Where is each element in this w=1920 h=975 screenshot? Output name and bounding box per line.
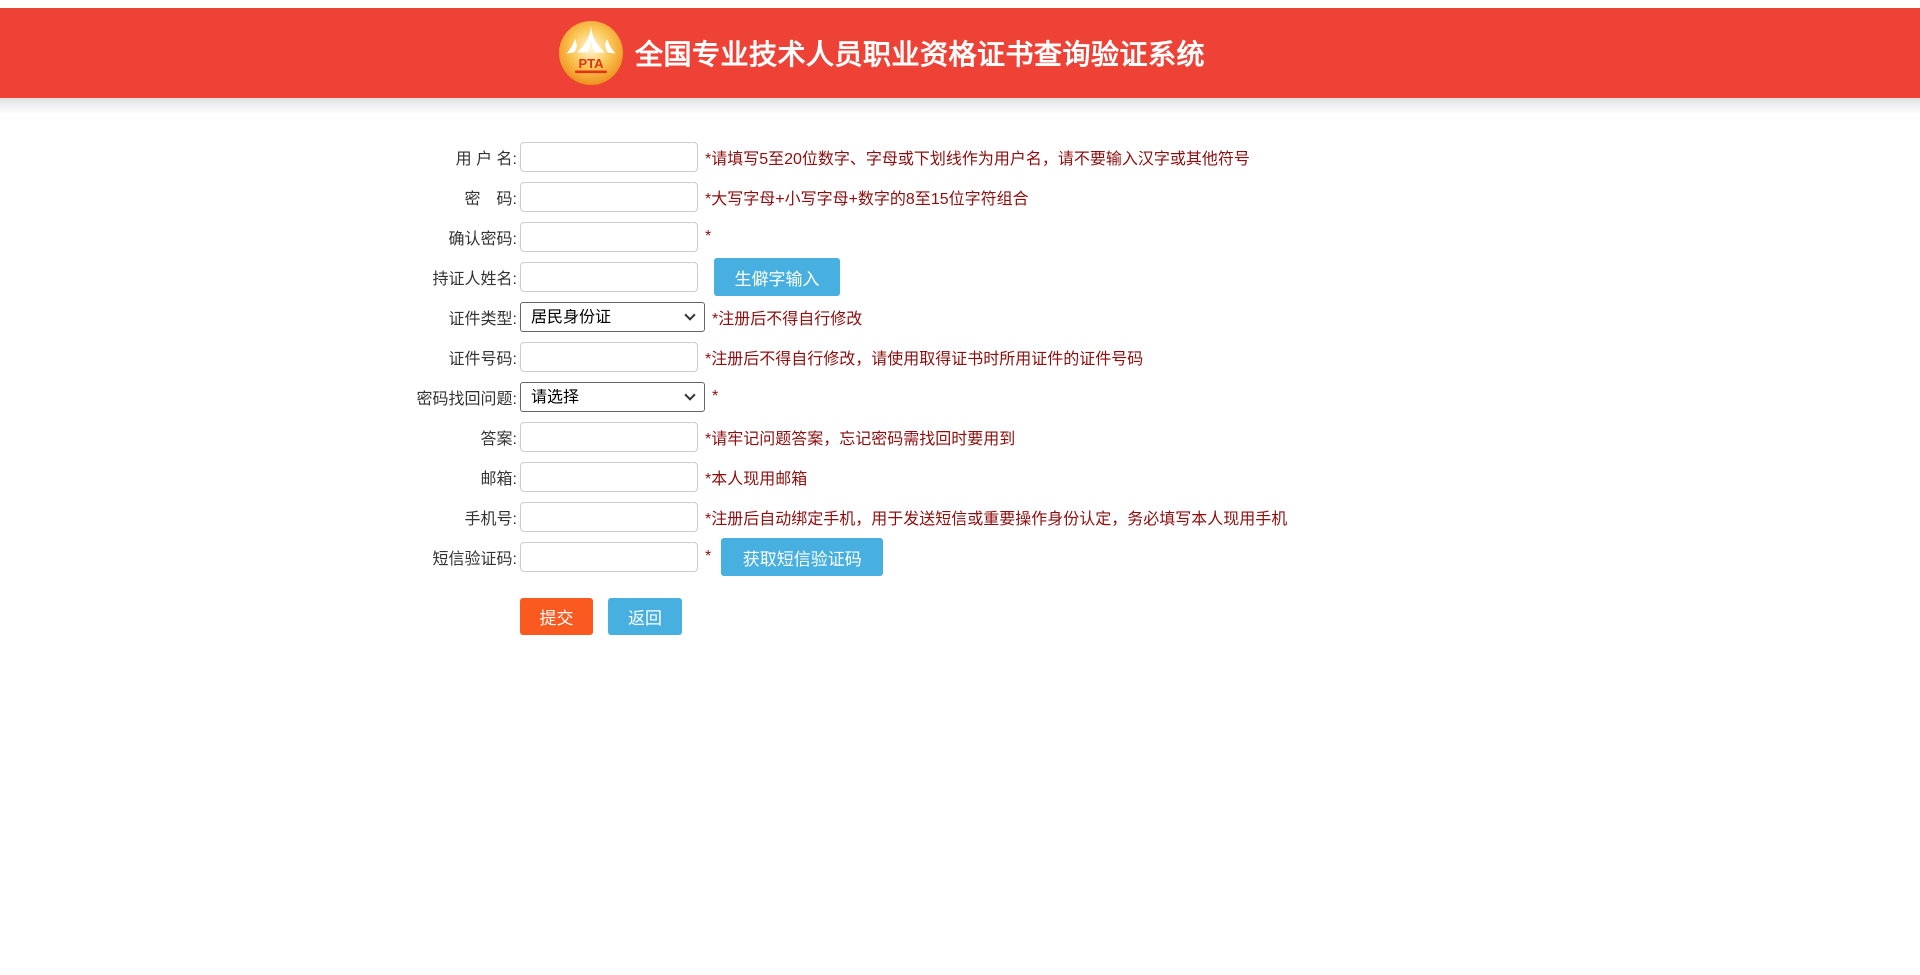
sms-code-required-mark: * (705, 548, 711, 566)
confirm-password-input[interactable] (520, 222, 698, 252)
confirm-password-hint: * (705, 228, 711, 246)
answer-row: 答案: *请牢记问题答案，忘记密码需找回时要用到 (0, 417, 1920, 457)
header-shadow (0, 98, 1920, 114)
submit-button[interactable]: 提交 (520, 598, 593, 635)
id-number-input[interactable] (520, 342, 698, 372)
back-button[interactable]: 返回 (608, 598, 682, 635)
confirm-password-label: 确认密码: (350, 225, 517, 249)
password-input[interactable] (520, 182, 698, 212)
holder-name-label: 持证人姓名: (350, 265, 517, 289)
email-label: 邮箱: (350, 465, 517, 489)
id-number-row: 证件号码: *注册后不得自行修改，请使用取得证书时所用证件的证件号码 (0, 337, 1920, 377)
security-question-select-wrap: 请选择 (520, 382, 705, 412)
email-input[interactable] (520, 462, 698, 492)
username-label: 用 户 名: (350, 145, 517, 169)
id-type-select[interactable]: 居民身份证 (520, 302, 705, 332)
password-label: 密 码: (350, 185, 517, 209)
app-header: PTA 全国专业技术人员职业资格证书查询验证系统 (0, 8, 1920, 98)
mobile-row: 手机号: *注册后自动绑定手机，用于发送短信或重要操作身份认定，务必填写本人现用… (0, 497, 1920, 537)
security-question-select[interactable]: 请选择 (520, 382, 705, 412)
mobile-label: 手机号: (350, 505, 517, 529)
mobile-hint: *注册后自动绑定手机，用于发送短信或重要操作身份认定，务必填写本人现用手机 (705, 505, 1287, 529)
get-sms-code-button[interactable]: 获取短信验证码 (721, 538, 883, 576)
page-title: 全国专业技术人员职业资格证书查询验证系统 (635, 33, 1205, 73)
holder-name-row: 持证人姓名: 生僻字输入 (0, 257, 1920, 297)
registration-page: PTA 全国专业技术人员职业资格证书查询验证系统 用 户 名: *请填写5至20… (0, 0, 1920, 975)
holder-name-input[interactable] (520, 262, 698, 292)
mobile-input[interactable] (520, 502, 698, 532)
svg-text:PTA: PTA (578, 56, 604, 71)
id-type-row: 证件类型: 居民身份证 *注册后不得自行修改 (0, 297, 1920, 337)
id-type-label: 证件类型: (350, 305, 517, 329)
email-hint: *本人现用邮箱 (705, 465, 807, 489)
sms-code-row: 短信验证码: * 获取短信验证码 (0, 537, 1920, 577)
answer-hint: *请牢记问题答案，忘记密码需找回时要用到 (705, 425, 1015, 449)
registration-form: 用 户 名: *请填写5至20位数字、字母或下划线作为用户名，请不要输入汉字或其… (0, 137, 1920, 635)
password-hint: *大写字母+小写字母+数字的8至15位字符组合 (705, 185, 1029, 209)
answer-input[interactable] (520, 422, 698, 452)
security-question-row: 密码找回问题: 请选择 * (0, 377, 1920, 417)
answer-label: 答案: (350, 425, 517, 449)
email-row: 邮箱: *本人现用邮箱 (0, 457, 1920, 497)
password-row: 密 码: *大写字母+小写字母+数字的8至15位字符组合 (0, 177, 1920, 217)
form-actions: 提交 返回 (0, 598, 1920, 635)
id-type-hint: *注册后不得自行修改 (712, 305, 862, 329)
security-question-label: 密码找回问题: (350, 385, 517, 409)
username-row: 用 户 名: *请填写5至20位数字、字母或下划线作为用户名，请不要输入汉字或其… (0, 137, 1920, 177)
id-number-label: 证件号码: (350, 345, 517, 369)
rare-character-input-button[interactable]: 生僻字输入 (714, 258, 840, 296)
confirm-password-row: 确认密码: * (0, 217, 1920, 257)
id-number-hint: *注册后不得自行修改，请使用取得证书时所用证件的证件号码 (705, 345, 1143, 369)
top-margin (0, 0, 1920, 8)
security-question-hint: * (712, 388, 718, 406)
id-type-select-wrap: 居民身份证 (520, 302, 705, 332)
sms-code-input[interactable] (520, 542, 698, 572)
sms-code-label: 短信验证码: (350, 545, 517, 569)
username-input[interactable] (520, 142, 698, 172)
pta-logo-icon: PTA (558, 20, 624, 86)
username-hint: *请填写5至20位数字、字母或下划线作为用户名，请不要输入汉字或其他符号 (705, 145, 1250, 169)
